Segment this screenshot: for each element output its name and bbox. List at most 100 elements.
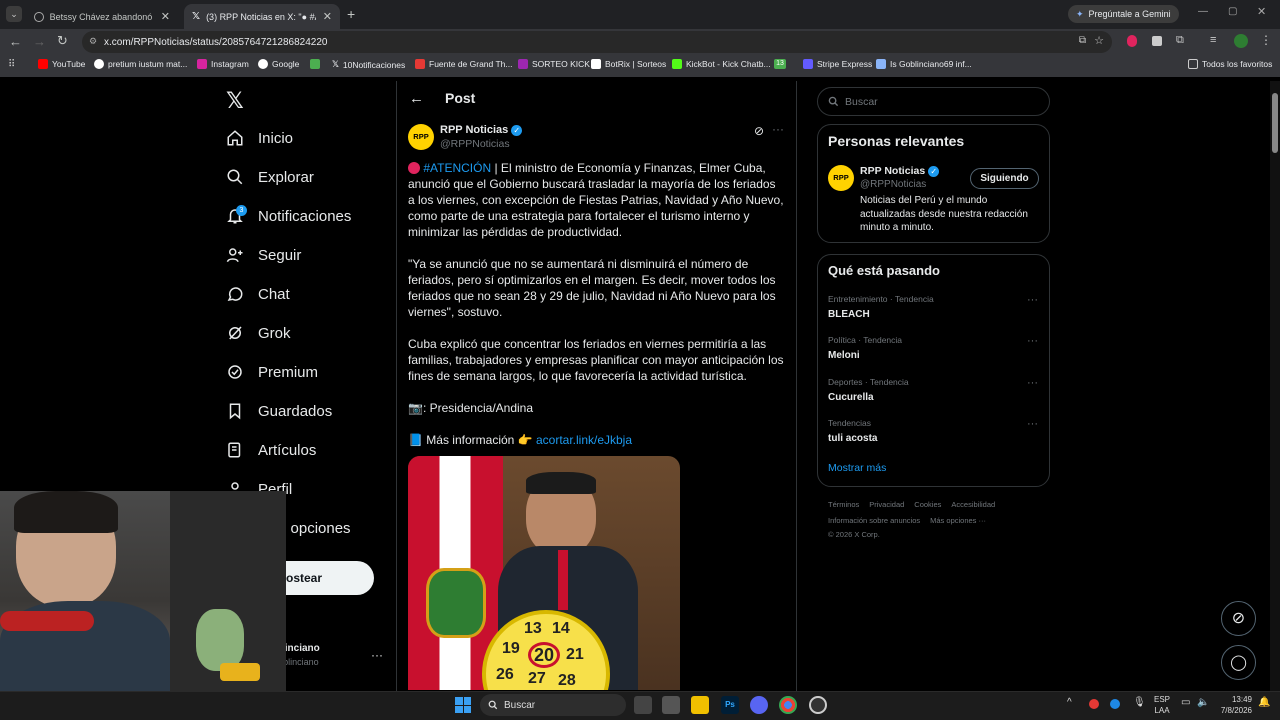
reload-icon[interactable]: ↻ <box>57 33 68 49</box>
trend-item[interactable]: Deportes · Tendencia Cucurella ··· <box>828 377 1038 409</box>
address-bar[interactable]: ⚙ x.com/RPPNoticias/status/2085764721286… <box>82 31 1112 53</box>
x-logo-icon[interactable]: 𝕏 <box>226 88 244 114</box>
tab-rpp[interactable]: 𝕏 (3) RPP Noticias en X: "● #ATE ✕ <box>184 4 340 29</box>
bookmark-fuente[interactable]: Fuente de Grand Th... <box>415 59 512 69</box>
bookmark-youtube[interactable]: YouTube <box>38 59 85 69</box>
more-dots-icon[interactable]: ··· <box>1027 418 1038 430</box>
site-info-icon[interactable]: ⚙ <box>89 36 97 47</box>
trend-item[interactable]: Política · Tendencia Meloni ··· <box>828 335 1038 367</box>
chrome-icon[interactable] <box>779 696 797 714</box>
relevant-avatar[interactable]: RPP <box>828 165 854 191</box>
post-image[interactable]: 13 14 19 20 21 26 27 28 <box>408 456 680 690</box>
minimize-icon[interactable]: — <box>1198 6 1208 17</box>
bookmark-star-icon[interactable]: ☆ <box>1094 34 1104 47</box>
tab-search-list-icon[interactable]: ≡ <box>1210 34 1216 46</box>
nav-grok[interactable]: Grok <box>226 324 291 342</box>
file-explorer-icon[interactable] <box>691 696 709 714</box>
language-indicator[interactable]: ESP LAA <box>1154 694 1170 716</box>
task-view-icon[interactable] <box>634 696 652 714</box>
nav-inicio[interactable]: Inicio <box>226 129 293 147</box>
trend-item[interactable]: Tendencias tuli acosta ··· <box>828 418 1038 450</box>
nav-label: Seguir <box>258 246 302 264</box>
all-bookmarks-folder[interactable]: Todos los favoritos <box>1188 59 1272 69</box>
menu-kebab-icon[interactable]: ⋮ <box>1260 33 1272 47</box>
bookmark-13[interactable]: 13 <box>774 59 786 69</box>
tray-app-icon[interactable] <box>1089 699 1099 709</box>
bookmark-goblinciano[interactable]: Is Goblinciano69 inf... <box>876 59 972 69</box>
back-icon[interactable]: ← <box>9 34 22 49</box>
app-icon[interactable] <box>662 696 680 714</box>
tray-chevron-icon[interactable]: ^ <box>1067 697 1072 708</box>
grok-explain-icon[interactable]: ⊘ <box>754 124 764 138</box>
new-tab-icon[interactable]: + <box>347 6 355 22</box>
footer-link[interactable]: Accesibilidad <box>951 500 995 509</box>
more-dots-icon[interactable]: ··· <box>1027 377 1038 389</box>
following-button[interactable]: Siguiendo <box>970 168 1039 189</box>
microphone-icon[interactable]: 🎙 <box>1133 697 1146 708</box>
messages-float-button[interactable]: ◯ <box>1221 645 1256 680</box>
tab-betssy[interactable]: Betssy Chávez abandonó el Per ✕ <box>26 4 178 29</box>
bookmark-10notif[interactable]: 𝕏 10Notificaciones <box>332 59 405 70</box>
grok-float-button[interactable]: ⊘ <box>1221 601 1256 636</box>
extension-icon[interactable] <box>1152 36 1162 46</box>
author-avatar[interactable]: RPP <box>408 124 434 150</box>
windows-start-icon[interactable] <box>455 697 471 713</box>
footer-link[interactable]: Información sobre anuncios <box>828 516 920 525</box>
show-more-link[interactable]: Mostrar más <box>828 462 886 474</box>
nav-guardados[interactable]: Guardados <box>226 402 332 420</box>
profile-avatar[interactable] <box>1234 34 1248 48</box>
obs-icon[interactable] <box>809 696 827 714</box>
grok-icon <box>229 326 242 340</box>
scrollbar-track[interactable] <box>1270 81 1280 691</box>
tab-search-icon[interactable]: ⌄ <box>6 6 22 22</box>
relevant-name[interactable]: RPP Noticias ✓ <box>860 165 940 177</box>
apps-grid-icon[interactable]: ⠿ <box>8 59 15 70</box>
close-window-icon[interactable]: ✕ <box>1257 5 1266 18</box>
back-arrow-icon[interactable]: ← <box>409 90 424 107</box>
more-dots-icon[interactable]: ··· <box>772 122 784 136</box>
nav-seguir[interactable]: Seguir <box>226 246 301 264</box>
install-icon[interactable]: ⧉ <box>1079 35 1086 46</box>
gemini-button[interactable]: ✦ Pregúntale a Gemini <box>1068 5 1179 23</box>
bookmark-stripe[interactable]: Stripe Express <box>803 59 872 69</box>
nav-explorar[interactable]: Explorar <box>226 168 314 186</box>
footer-link[interactable]: Privacidad <box>869 500 904 509</box>
search-box[interactable]: Buscar <box>817 87 1050 116</box>
taskbar-search[interactable]: Buscar <box>480 694 626 716</box>
bookmark-google[interactable]: Google <box>258 59 299 69</box>
footer-link[interactable]: Más opciones ··· <box>930 516 986 525</box>
close-icon[interactable]: ✕ <box>323 10 332 23</box>
extension-icon[interactable] <box>1127 35 1137 47</box>
network-icon[interactable]: ▭ <box>1181 697 1190 708</box>
photoshop-icon[interactable]: Ps <box>721 696 739 714</box>
more-dots-icon[interactable]: ··· <box>1027 335 1038 347</box>
volume-icon[interactable]: 🔈 <box>1197 697 1209 708</box>
nav-chat[interactable]: Chat <box>226 285 290 303</box>
close-icon[interactable]: ✕ <box>161 10 170 23</box>
footer-link[interactable]: Términos <box>828 500 859 509</box>
footer-link[interactable]: Cookies <box>914 500 941 509</box>
notifications-icon[interactable]: 🔔 <box>1258 697 1270 708</box>
author-handle[interactable]: @RPPNoticias <box>440 138 510 150</box>
trend-item[interactable]: Entretenimiento · Tendencia BLEACH ··· <box>828 294 1038 326</box>
more-dots-icon[interactable]: ··· <box>1027 294 1038 306</box>
bookmark-botrix[interactable]: BotRix | Sorteos <box>591 59 666 69</box>
author-name[interactable]: RPP Noticias ✓ <box>440 124 523 136</box>
nav-articulos[interactable]: Artículos <box>226 441 316 459</box>
bookmark-pretium[interactable]: pretium iustum mat... <box>94 59 187 69</box>
extensions-puzzle-icon[interactable]: ⧉ <box>1176 34 1184 47</box>
nav-premium[interactable]: Premium <box>226 363 318 381</box>
more-dots-icon[interactable]: ··· <box>371 648 383 662</box>
hashtag-link[interactable]: #ATENCIÓN <box>423 161 491 175</box>
maximize-icon[interactable]: ▢ <box>1228 6 1237 17</box>
discord-icon[interactable] <box>750 696 768 714</box>
bookmark-kickbot[interactable]: KickBot - Kick Chatb... <box>672 59 771 69</box>
clock[interactable]: 13:49 7/8/2026 <box>1214 694 1252 716</box>
bookmark-pinwheel[interactable] <box>310 59 320 69</box>
bookmark-sorteo-kick[interactable]: SORTEO KICK <box>518 59 590 69</box>
tray-app-icon[interactable] <box>1110 699 1120 709</box>
external-link[interactable]: acortar.link/eJkbja <box>536 433 632 447</box>
scrollbar-thumb[interactable] <box>1272 93 1278 153</box>
forward-icon[interactable]: → <box>33 34 46 49</box>
bookmark-instagram[interactable]: Instagram <box>197 59 249 69</box>
